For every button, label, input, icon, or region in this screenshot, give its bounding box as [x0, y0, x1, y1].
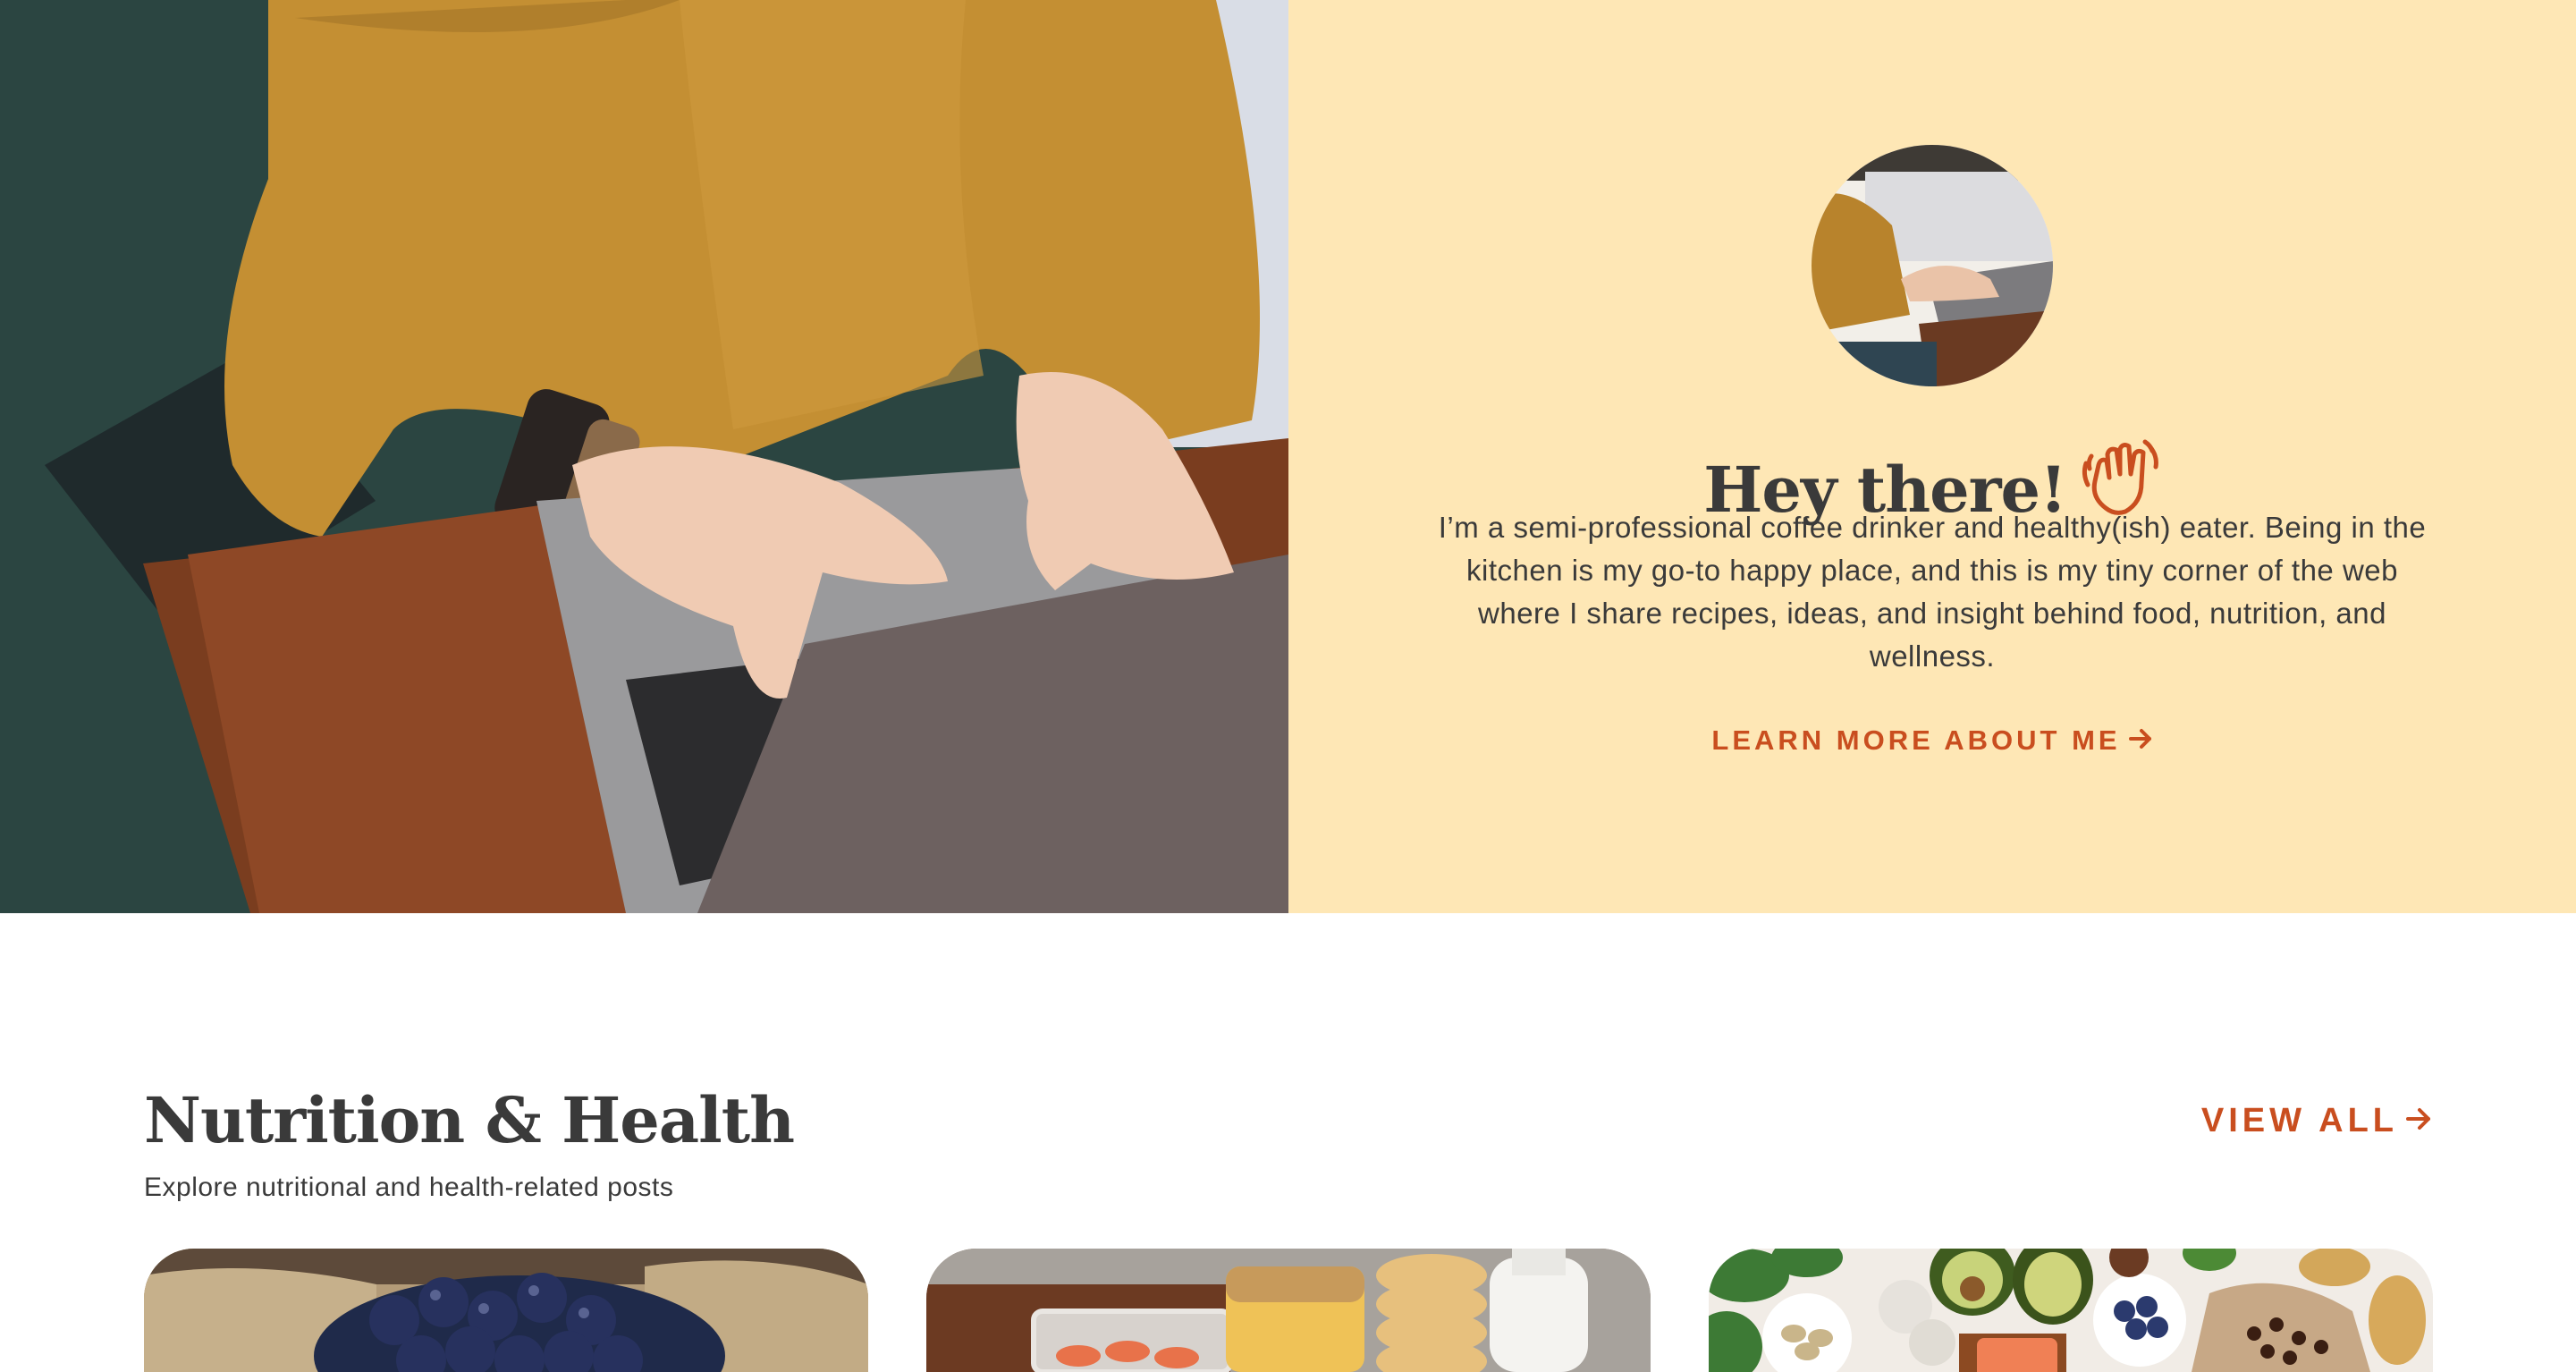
section-subtitle: Explore nutritional and health-related p… — [144, 1173, 674, 1202]
learn-more-link[interactable]: LEARN MORE ABOUT ME — [1288, 723, 2576, 758]
hero-section: Hey there! I’m a semi-professional coffe… — [0, 0, 2576, 913]
post-card-pantry[interactable] — [926, 1249, 1651, 1372]
section-title: Nutrition & Health — [144, 1083, 795, 1157]
blueberries-photo — [144, 1249, 868, 1372]
hero-photo-woman-laptop — [0, 0, 1288, 913]
view-all-label: VIEW ALL — [2200, 1102, 2398, 1139]
post-card-healthy-foods[interactable] — [1709, 1249, 2433, 1372]
pantry-jars-photo — [926, 1249, 1651, 1372]
healthy-foods-photo — [1709, 1249, 2433, 1372]
author-avatar — [1812, 145, 2053, 386]
learn-more-label: LEARN MORE ABOUT ME — [1711, 724, 2121, 756]
view-all-link[interactable]: VIEW ALL — [2201, 1098, 2432, 1143]
hero-bio: I’m a semi-professional coffee drinker a… — [1438, 511, 2427, 673]
arrow-right-icon — [2405, 1098, 2432, 1143]
arrow-right-icon — [2128, 723, 2153, 758]
post-card-blueberries[interactable] — [144, 1249, 868, 1372]
